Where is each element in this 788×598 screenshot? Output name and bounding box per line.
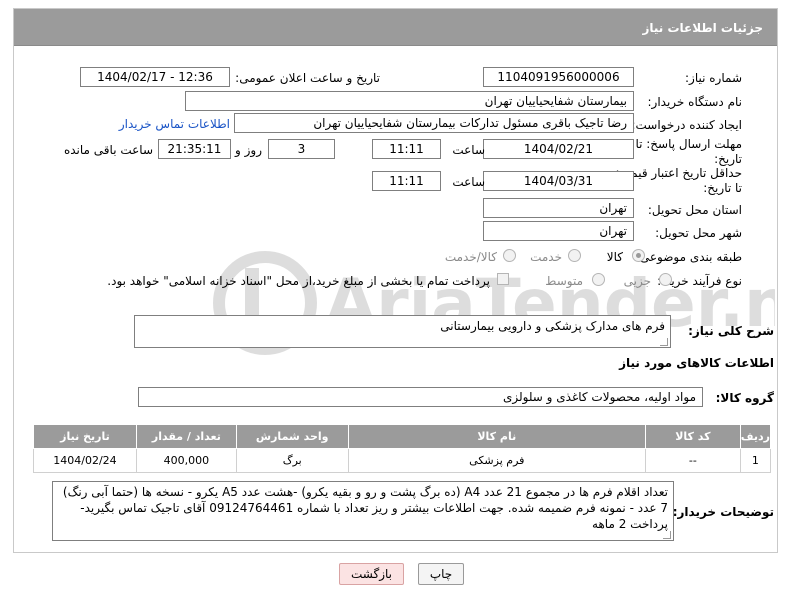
buyer-notes-label: توضیحات خریدار: [672,505,774,519]
col-unit: واحد شمارش [235,424,349,449]
buyer-notes-text: تعداد اقلام فرم ها در مجموع 21 عدد A4 (د… [62,485,668,531]
col-name: نام کالا [347,424,646,449]
col-qty: تعداد / مقدار [135,424,237,449]
col-row: ردیف [739,424,772,449]
items-table: ردیف کد کالا نام کالا واحد شمارش تعداد /… [33,424,772,473]
cell-row: 1 [739,448,772,473]
goods-section-title: اطلاعات کالاهای مورد نیاز [619,356,774,370]
panel-title: جزئیات اطلاعات نیاز [642,21,763,35]
summary-textarea[interactable]: فرم های مدارک پزشکی و دارویی بیمارستانی [134,315,671,348]
process-radio-minor[interactable] [659,273,672,286]
announce-field: 1404/02/17 - 12:36 [80,67,230,87]
reply-time-field: 11:11 [372,139,441,159]
process-option-medium: متوسط [545,274,583,288]
creator-field: رضا تاجیک باقری مسئول تدارکات بیمارستان … [234,113,634,133]
price-date-field: 1404/03/31 [483,171,634,191]
cell-date: 1404/02/24 [33,448,137,473]
category-option-service: خدمت [530,250,562,264]
process-radio-medium[interactable] [592,273,605,286]
buyer-notes-textarea[interactable]: تعداد اقلام فرم ها در مجموع 21 عدد A4 (د… [52,481,674,541]
back-button[interactable]: بازگشت [339,563,404,585]
buyer-org-label: نام دستگاه خریدار: [647,95,743,109]
category-radio-goods[interactable] [632,249,645,262]
table-row: 1 -- فرم پزشکی برگ 400,000 1404/02/24 [33,448,772,473]
city-label: شهر محل تحویل: [655,226,742,240]
category-radio-service[interactable] [568,249,581,262]
reply-date-field: 1404/02/21 [483,139,634,159]
category-radio-goods-service[interactable] [503,249,516,262]
treasury-payment-checkbox[interactable] [497,273,509,285]
panel-header: جزئیات اطلاعات نیاز [14,9,777,46]
category-option-goods-service: کالا/خدمت [444,250,497,264]
process-option-minor: جزیی [623,274,651,288]
city-field: تهران [483,221,634,241]
items-table-header: ردیف کد کالا نام کالا واحد شمارش تعداد /… [33,424,772,449]
cell-code: -- [644,448,741,473]
category-option-goods: کالا [606,250,623,264]
col-code: کد کالا [644,424,741,449]
remaining-time-field: 21:35:11 [158,139,231,159]
print-button[interactable]: چاپ [418,563,464,585]
goods-group-field: مواد اولیه، محصولات کاغذی و سلولزی [138,387,703,407]
announce-label: تاریخ و ساعت اعلان عمومی: [235,71,380,85]
province-label: استان محل تحویل: [647,203,742,217]
col-date: تاریخ نیاز [33,424,137,449]
reply-time-label: ساعت [452,143,485,157]
resize-handle-icon[interactable] [663,531,671,539]
remaining-label: ساعت باقی مانده [63,143,153,157]
resize-handle-icon[interactable] [660,338,668,346]
summary-label: شرح کلی نیاز: [688,324,774,338]
province-field: تهران [483,198,634,218]
category-label: طبقه بندی موضوعی: [635,250,742,264]
need-number-field: 1104091956000006 [483,67,634,87]
cell-unit: برگ [235,448,349,473]
reply-deadline-label: مهلت ارسال پاسخ: تا تاریخ: [635,137,742,166]
buyer-contact-link[interactable]: اطلاعات تماس خریدار [119,117,230,131]
treasury-payment-note: پرداخت تمام یا بخشی از مبلغ خرید،از محل … [107,274,490,288]
goods-group-label: گروه کالا: [715,391,774,405]
days-label: روز و [235,143,262,157]
buyer-org-field: بیمارستان شفایحیاییان تهران [185,91,634,111]
cell-name: فرم پزشکی [347,448,646,473]
creator-label: ایجاد کننده درخواست: [631,118,742,132]
price-time-field: 11:11 [372,171,441,191]
cell-qty: 400,000 [135,448,237,473]
summary-text: فرم های مدارک پزشکی و دارویی بیمارستانی [440,319,665,333]
need-number-label: شماره نیاز: [685,71,742,85]
price-time-label: ساعت [452,175,485,189]
days-field: 3 [268,139,335,159]
